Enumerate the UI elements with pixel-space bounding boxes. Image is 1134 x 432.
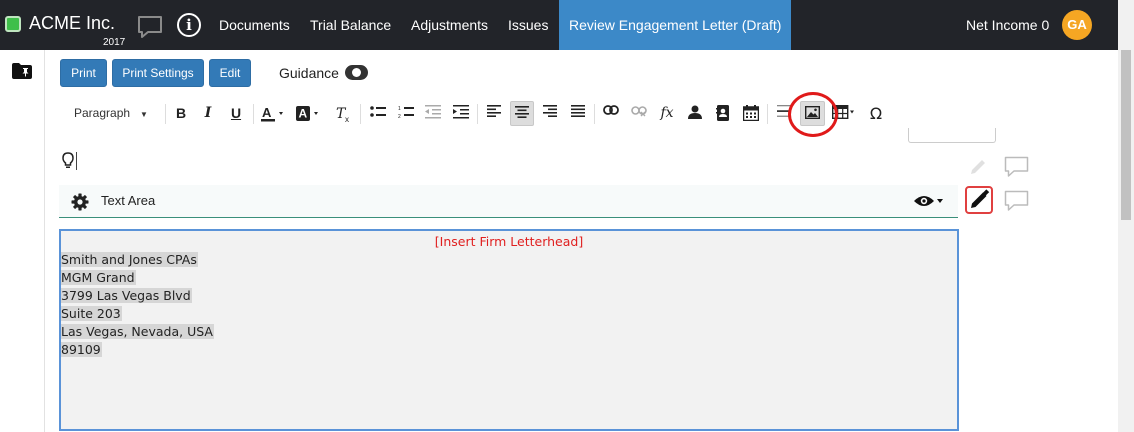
link-button[interactable] — [599, 101, 623, 126]
text-cursor — [76, 152, 77, 170]
svg-text:2: 2 — [398, 114, 401, 119]
edit-section-button[interactable] — [965, 186, 993, 214]
user-field-button[interactable] — [683, 101, 707, 126]
left-sidebar — [0, 50, 45, 432]
toolbar-divider — [253, 104, 254, 124]
chat-icon[interactable] — [137, 15, 163, 39]
svg-text:x: x — [345, 115, 349, 123]
company-year: 2017 — [103, 37, 126, 48]
print-button[interactable]: Print — [60, 59, 107, 87]
letterhead-placeholder: [Insert Firm Letterhead] — [434, 234, 584, 249]
nav-documents[interactable]: Documents — [219, 0, 290, 50]
scrollbar-thumb[interactable] — [1121, 50, 1131, 220]
address-line: 3799 Las Vegas Blvd — [61, 287, 214, 305]
bulleted-list-button[interactable] — [366, 101, 390, 126]
pencil-icon[interactable] — [968, 157, 988, 182]
company-name[interactable]: ACME Inc. — [29, 13, 115, 34]
text-color-button[interactable]: A — [258, 101, 288, 126]
chevron-down-icon: ▼ — [140, 110, 148, 119]
comment-icon[interactable] — [1004, 190, 1029, 217]
address-line-text: 89109 — [61, 342, 102, 357]
nav-adjustments[interactable]: Adjustments — [411, 0, 488, 50]
address-line: 89109 — [61, 341, 214, 359]
address-line: Smith and Jones CPAs — [61, 251, 214, 269]
indent-button[interactable] — [449, 101, 473, 126]
nav-issues[interactable]: Issues — [508, 0, 548, 50]
contact-card-button[interactable] — [711, 101, 735, 126]
justify-button[interactable] — [566, 101, 590, 126]
lightbulb-icon[interactable] — [62, 152, 74, 174]
toolbar-divider — [477, 104, 478, 124]
company-status-indicator — [5, 16, 21, 32]
guidance-toggle[interactable] — [345, 65, 368, 80]
firm-address-block: Smith and Jones CPAs MGM Grand 3799 Las … — [61, 251, 214, 359]
calendar-button[interactable] — [739, 101, 763, 126]
toolbar-divider — [767, 104, 768, 124]
background-color-button[interactable]: A — [293, 101, 323, 126]
unlink-button[interactable] — [627, 101, 651, 126]
special-character-button[interactable]: Ω — [864, 101, 888, 126]
address-line: Suite 203 — [61, 305, 214, 323]
align-center-button[interactable] — [510, 101, 534, 126]
insert-image-highlight-annotation — [788, 92, 838, 137]
formula-button[interactable]: 𝑓x — [655, 101, 679, 126]
address-line-text: 3799 Las Vegas Blvd — [61, 288, 192, 303]
toolbar-divider — [594, 104, 595, 124]
toolbar-divider — [165, 104, 166, 124]
comment-icon[interactable] — [1004, 156, 1029, 183]
address-line-text: Smith and Jones CPAs — [61, 252, 198, 267]
svg-text:1: 1 — [398, 106, 401, 112]
align-right-button[interactable] — [538, 101, 562, 126]
guidance-label: Guidance — [279, 65, 339, 81]
top-navigation-bar: ACME Inc. 2017 i Documents Trial Balance… — [0, 0, 1118, 50]
folder-pin-icon[interactable] — [12, 63, 32, 84]
svg-text:A: A — [262, 105, 272, 120]
format-select-value: Paragraph — [74, 106, 131, 120]
align-left-button[interactable] — [482, 101, 506, 126]
clear-formatting-button[interactable]: Tx — [332, 101, 356, 126]
print-settings-button[interactable]: Print Settings — [112, 59, 204, 87]
text-area-section-header: Text Area — [59, 185, 958, 218]
net-income-display: Net Income 0 — [966, 17, 1050, 33]
svg-text:A: A — [299, 107, 308, 121]
toolbar-divider — [360, 104, 361, 124]
user-avatar[interactable]: GA — [1062, 10, 1092, 40]
outdent-button[interactable] — [421, 101, 445, 126]
address-line-text: Las Vegas, Nevada, USA — [61, 324, 214, 339]
bold-button[interactable]: B — [169, 101, 193, 126]
paragraph-format-select[interactable]: Paragraph ▼ — [74, 101, 148, 126]
visibility-eye-icon[interactable] — [913, 194, 945, 213]
address-line: Las Vegas, Nevada, USA — [61, 323, 214, 341]
italic-button[interactable]: I — [196, 101, 220, 126]
edit-button[interactable]: Edit — [209, 59, 251, 87]
address-line-text: MGM Grand — [61, 270, 136, 285]
dropdown-panel-edge — [908, 128, 996, 143]
numbered-list-button[interactable]: 12 — [394, 101, 418, 126]
gear-icon[interactable] — [71, 193, 89, 216]
section-title: Text Area — [101, 193, 156, 208]
address-line: MGM Grand — [61, 269, 214, 287]
info-icon[interactable]: i — [177, 13, 201, 37]
underline-button[interactable]: U — [224, 101, 248, 126]
letter-editor-area[interactable]: [Insert Firm Letterhead] Smith and Jones… — [59, 229, 959, 431]
nav-review-engagement-letter[interactable]: Review Engagement Letter (Draft) — [559, 0, 792, 50]
nav-trial-balance[interactable]: Trial Balance — [310, 0, 391, 50]
address-line-text: Suite 203 — [61, 306, 122, 321]
page-scrollbar[interactable] — [1118, 0, 1134, 432]
